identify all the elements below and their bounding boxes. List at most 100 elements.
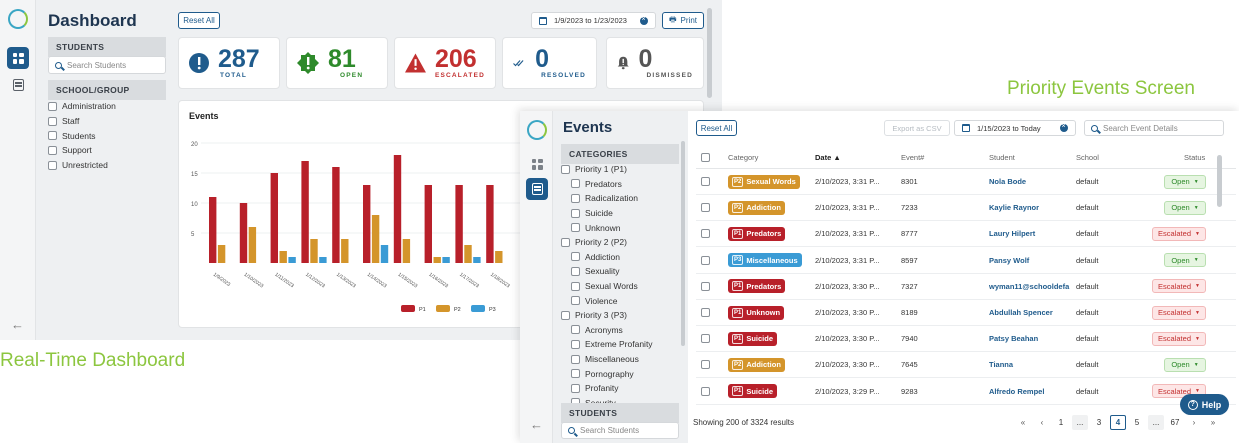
- last-page-icon[interactable]: »: [1205, 415, 1221, 430]
- print-button[interactable]: 🖶 Print: [662, 12, 704, 29]
- nav-events-button[interactable]: [7, 74, 29, 96]
- category-filter-item[interactable]: Suicide: [561, 206, 681, 221]
- page-button[interactable]: 5: [1129, 415, 1145, 430]
- group-checkbox[interactable]: [48, 131, 57, 141]
- student-search-input[interactable]: Search Students: [561, 422, 679, 439]
- page-button[interactable]: 67: [1167, 415, 1183, 430]
- category-filter-item[interactable]: Miscellaneous: [561, 352, 681, 367]
- row-checkbox[interactable]: [701, 334, 710, 344]
- category-checkbox[interactable]: [571, 369, 580, 379]
- page-button[interactable]: 3: [1091, 415, 1107, 430]
- category-checkbox[interactable]: [571, 223, 580, 233]
- status-dropdown[interactable]: Escalated ▼: [1152, 226, 1206, 241]
- row-checkbox[interactable]: [701, 177, 710, 186]
- category-filter-item[interactable]: Profanity: [561, 381, 681, 396]
- row-checkbox[interactable]: [701, 281, 710, 291]
- category-filter-item[interactable]: Violence: [561, 293, 681, 308]
- event-search-input[interactable]: Search Event Details: [1084, 120, 1224, 136]
- table-row[interactable]: P3 Miscellaneous 2/10/2023, 3:31 P... 8597 P…: [696, 248, 1236, 274]
- student-link[interactable]: wyman11@schooldefa: [989, 282, 1071, 291]
- status-dropdown[interactable]: Open ▼: [1164, 174, 1206, 189]
- export-csv-button[interactable]: Export as CSV: [884, 120, 950, 136]
- category-checkbox[interactable]: [571, 266, 580, 276]
- table-row[interactable]: P2 Addiction 2/10/2023, 3:30 P... 7645 Tiann…: [696, 352, 1236, 379]
- nav-dashboard-button[interactable]: [7, 47, 29, 69]
- category-filter-item[interactable]: Sexual Words: [561, 279, 681, 294]
- student-link[interactable]: Patsy Beahan: [989, 334, 1071, 343]
- student-search-input[interactable]: Search Students: [48, 56, 166, 74]
- legend-swatch-p3[interactable]: [471, 305, 485, 312]
- category-checkbox[interactable]: [571, 354, 580, 364]
- table-row[interactable]: P1 Suicide 2/10/2023, 3:30 P... 7940 Patsy B…: [696, 326, 1236, 353]
- nav-dashboard-button[interactable]: [526, 153, 548, 175]
- prev-page-icon[interactable]: ‹: [1034, 415, 1050, 430]
- first-page-icon[interactable]: «: [1015, 415, 1031, 430]
- page-button[interactable]: 1: [1053, 415, 1069, 430]
- category-checkbox[interactable]: [561, 310, 570, 320]
- row-checkbox[interactable]: [701, 203, 710, 213]
- dashboard-scrollbar[interactable]: [707, 8, 712, 98]
- back-arrow-icon[interactable]: ←: [11, 317, 24, 332]
- category-filter-item[interactable]: Addiction: [561, 250, 681, 265]
- category-filter-item[interactable]: Priority 2 (P2): [561, 235, 681, 250]
- reset-all-button[interactable]: Reset All: [696, 120, 737, 136]
- row-checkbox[interactable]: [701, 229, 710, 239]
- group-filter-item[interactable]: Support: [48, 143, 166, 158]
- category-checkbox[interactable]: [571, 383, 580, 393]
- category-filter-item[interactable]: Sexuality: [561, 264, 681, 279]
- table-scrollbar[interactable]: [1217, 155, 1222, 207]
- group-filter-item[interactable]: Staff: [48, 114, 166, 129]
- student-link[interactable]: Kaylie Raynor: [989, 203, 1071, 212]
- select-all-checkbox[interactable]: [701, 153, 710, 162]
- category-checkbox[interactable]: [571, 208, 580, 218]
- category-filter-item[interactable]: Pornography: [561, 366, 681, 381]
- category-checkbox[interactable]: [571, 281, 580, 291]
- group-checkbox[interactable]: [48, 101, 57, 111]
- row-checkbox[interactable]: [701, 255, 710, 265]
- group-filter-item[interactable]: Students: [48, 128, 166, 143]
- category-checkbox[interactable]: [571, 339, 580, 349]
- category-filter-item[interactable]: Unknown: [561, 220, 681, 235]
- col-date[interactable]: Date ▲: [815, 153, 841, 162]
- category-filter-item[interactable]: Predators: [561, 177, 681, 192]
- row-checkbox[interactable]: [701, 308, 710, 317]
- category-checkbox[interactable]: [571, 179, 580, 189]
- category-checkbox[interactable]: [561, 237, 570, 247]
- status-dropdown[interactable]: Open ▼: [1164, 253, 1206, 268]
- table-row[interactable]: P2 Addiction 2/10/2023, 3:31 P... 7233 Kayli…: [696, 195, 1236, 222]
- table-row[interactable]: P1 Predators 2/10/2023, 3:31 P... 8777 Laury…: [696, 221, 1236, 248]
- col-event[interactable]: Event#: [901, 153, 924, 162]
- student-link[interactable]: Nola Bode: [989, 177, 1071, 186]
- category-checkbox[interactable]: [571, 325, 580, 335]
- category-filter-item[interactable]: Extreme Profanity: [561, 337, 681, 352]
- col-school[interactable]: School: [1076, 153, 1099, 162]
- student-link[interactable]: Laury Hilpert: [989, 229, 1071, 238]
- table-row[interactable]: P1 Suicide 2/10/2023, 3:29 P... 9283 Alfredo…: [696, 379, 1236, 405]
- clear-date-icon[interactable]: [640, 16, 648, 25]
- status-dropdown[interactable]: Escalated ▼: [1152, 331, 1206, 346]
- student-link[interactable]: Pansy Wolf: [989, 256, 1071, 265]
- legend-swatch-p1[interactable]: [401, 305, 415, 312]
- legend-swatch-p2[interactable]: [436, 305, 450, 312]
- status-dropdown[interactable]: Open ▼: [1164, 200, 1206, 215]
- back-arrow-icon[interactable]: ←: [530, 417, 543, 432]
- group-checkbox[interactable]: [48, 116, 57, 126]
- group-checkbox[interactable]: [48, 145, 57, 155]
- student-link[interactable]: Abdullah Spencer: [989, 308, 1071, 317]
- reset-all-button[interactable]: Reset All: [178, 12, 220, 29]
- next-page-icon[interactable]: ›: [1186, 415, 1202, 430]
- category-filter-item[interactable]: Priority 3 (P3): [561, 308, 681, 323]
- row-checkbox[interactable]: [701, 386, 710, 396]
- category-filter-item[interactable]: Priority 1 (P1): [561, 162, 681, 177]
- category-checkbox[interactable]: [561, 164, 570, 174]
- status-dropdown[interactable]: Open ▼: [1164, 357, 1206, 372]
- status-dropdown[interactable]: Escalated ▼: [1152, 279, 1206, 294]
- category-filter-item[interactable]: Radicalization: [561, 191, 681, 206]
- help-button[interactable]: ? Help: [1180, 394, 1229, 415]
- student-link[interactable]: Tianna: [989, 360, 1071, 369]
- table-row[interactable]: P2 Sexual Words 2/10/2023, 3:31 P... 8301 No…: [696, 169, 1236, 195]
- nav-events-button[interactable]: [526, 178, 548, 200]
- col-student[interactable]: Student: [989, 153, 1015, 162]
- category-checkbox[interactable]: [571, 252, 580, 262]
- row-checkbox[interactable]: [701, 360, 710, 370]
